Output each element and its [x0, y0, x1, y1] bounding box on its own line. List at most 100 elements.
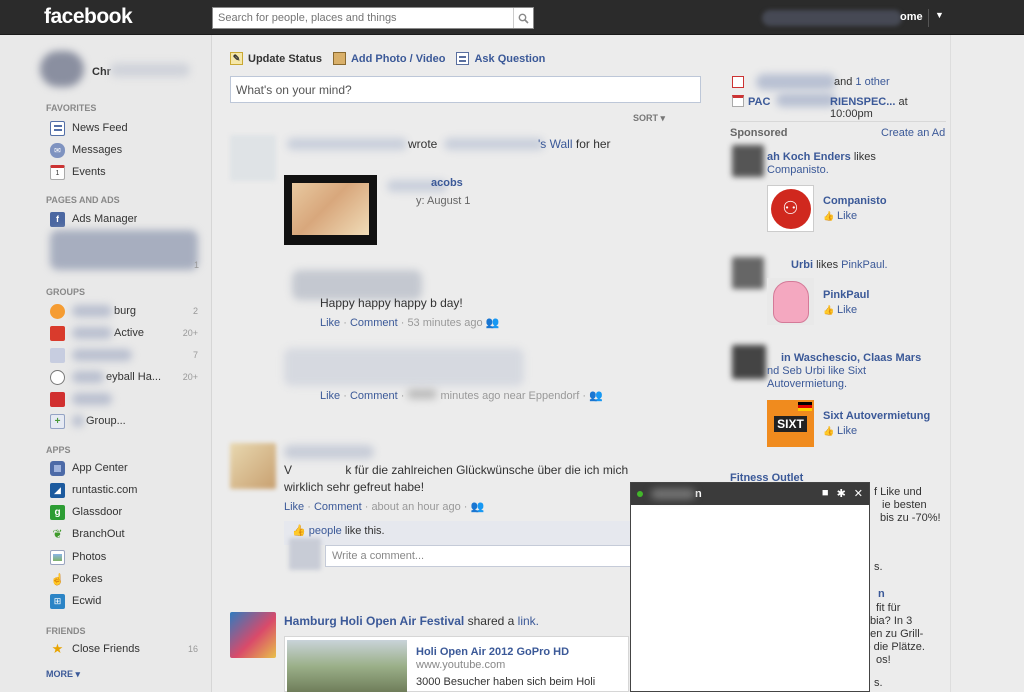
event-1-other-link[interactable]: 1 other — [855, 76, 889, 88]
sidebar-more-link[interactable]: MORE ▾ — [46, 669, 80, 680]
post-time: about an hour ago — [371, 501, 461, 513]
update-status-button[interactable]: ✎ Update Status — [230, 52, 322, 65]
gear-icon[interactable]: ✱ — [837, 487, 846, 500]
comment-link[interactable]: Comment — [314, 501, 362, 513]
sidebar-create-group[interactable]: + Group... — [50, 413, 202, 429]
ad-1-page-link[interactable]: Companisto. — [767, 164, 829, 176]
group-name-blur — [72, 305, 112, 317]
ad-fragment-6: ie die Plätze. — [862, 641, 925, 653]
wall-link[interactable]: 's Wall for her — [538, 137, 611, 151]
holi-page-link[interactable]: Hamburg Holi Open Air Festival — [284, 614, 464, 628]
like-link[interactable]: Like — [320, 317, 340, 329]
companisto-logo-mark: ⚇ — [770, 188, 811, 229]
sidebar-group-4[interactable]: eyball Ha... 20+ — [50, 369, 202, 385]
ad-fragment-2[interactable]: n — [878, 588, 885, 600]
link-link[interactable]: link. — [518, 614, 539, 628]
sidebar-app-ecwid[interactable]: ⊞ Ecwid — [50, 593, 202, 609]
profile-name[interactable]: Chr — [92, 66, 111, 78]
sidebar-group-3[interactable]: 7 — [50, 347, 202, 363]
sidebar-app-app-center[interactable]: App Center — [50, 460, 202, 476]
chat-name-blur — [651, 489, 695, 499]
event-2-rest[interactable]: RIENSPEC... at 10:00pm — [830, 96, 950, 120]
sidebar-item-news-feed[interactable]: News Feed — [50, 120, 202, 136]
status-input[interactable]: What's on your mind? — [230, 76, 701, 103]
sidebar-app-branchout[interactable]: ❦ BranchOut — [50, 526, 202, 542]
event-1: and 1 other — [834, 76, 890, 88]
sidebar-item-label: burg — [114, 305, 137, 317]
sidebar-item-label: Events — [72, 166, 106, 178]
comment-link[interactable]: Comment — [350, 390, 398, 402]
ad-2-who[interactable]: Urbi — [791, 259, 813, 271]
pages-count: 1 — [193, 260, 199, 270]
create-ad-link[interactable]: Create an Ad — [881, 127, 945, 139]
ad-1-like-button[interactable]: 👍 Like — [823, 210, 857, 222]
fitness-line-1: f Like und — [874, 486, 922, 498]
holi-page-avatar[interactable] — [230, 612, 276, 658]
sidebar-item-events[interactable]: 1 Events — [50, 164, 202, 180]
ad-2-like-button[interactable]: 👍 Like — [823, 304, 857, 316]
post-author-avatar[interactable] — [230, 443, 276, 489]
ad-1-title[interactable]: Companisto — [823, 195, 887, 207]
ad-fragment-7: os! — [876, 654, 891, 666]
photo-person-name[interactable]: acobs — [431, 177, 463, 189]
ad-2-page-link[interactable]: PinkPaul. — [841, 259, 887, 271]
profile-avatar[interactable] — [40, 51, 84, 87]
add-photo-button[interactable]: Add Photo / Video — [332, 52, 445, 65]
companisto-logo[interactable]: ⚇ — [767, 185, 814, 232]
sidebar-close-friends[interactable]: ★ Close Friends 16 — [50, 641, 202, 657]
sidebar-app-runtastic[interactable]: ◢ runtastic.com — [50, 482, 202, 498]
thumbs-up-icon: 👍 — [823, 426, 835, 436]
ad-3-title[interactable]: Sixt Autovermietung — [823, 410, 930, 422]
pinkpaul-logo[interactable] — [767, 278, 814, 325]
sidebar-app-pokes[interactable]: ☝ Pokes — [50, 571, 202, 587]
sidebar-item-ads-manager[interactable]: f Ads Manager — [50, 211, 202, 227]
group-count: 20+ — [182, 372, 198, 382]
account-menu-arrow-icon[interactable]: ▼ — [935, 10, 944, 20]
ad-2-friend-avatar — [732, 257, 764, 289]
friends-audience-icon: 👥 — [485, 317, 500, 329]
post-meta: Like · Comment · about an hour ago · 👥 — [284, 501, 485, 513]
event-2[interactable]: PAC — [748, 96, 770, 108]
link-title[interactable]: Holi Open Air 2012 GoPro HD — [416, 646, 569, 658]
post-author-avatar[interactable] — [230, 135, 276, 181]
home-link[interactable]: ome — [900, 11, 923, 23]
ask-question-button[interactable]: Ask Question — [456, 52, 545, 65]
chat-window[interactable]: n ■ ✱ ✕ — [630, 482, 870, 692]
event-2-rest-name: RIENSPEC... — [830, 96, 896, 108]
chat-header[interactable]: n ■ ✱ ✕ — [631, 483, 869, 505]
people-link[interactable]: people — [309, 525, 342, 537]
like-link[interactable]: Like — [320, 390, 340, 402]
video-call-icon[interactable]: ■ — [822, 487, 829, 500]
sidebar-group-2[interactable]: Active 20+ — [50, 325, 202, 341]
ad-2-title[interactable]: PinkPaul — [823, 289, 869, 301]
sidebar-group-5[interactable] — [50, 391, 202, 407]
ad-3-line-1[interactable]: in Waschescio, Claas Mars — [767, 352, 947, 365]
sidebar-app-photos[interactable]: Photos — [50, 549, 202, 565]
comment-input[interactable]: Write a comment... — [325, 545, 645, 567]
sidebar-app-glassdoor[interactable]: g Glassdoor — [50, 504, 202, 520]
top-user-name-blurred[interactable] — [762, 10, 902, 26]
update-status-label: Update Status — [248, 52, 322, 65]
sidebar-item-messages[interactable]: ✉ Messages — [50, 142, 202, 158]
ad-1-friend-avatar — [732, 145, 764, 177]
search-box[interactable] — [212, 7, 534, 29]
ad-1-who[interactable]: ah Koch Enders — [767, 151, 851, 163]
search-button[interactable] — [513, 8, 533, 28]
search-input[interactable] — [213, 8, 509, 28]
comment-link[interactable]: Comment — [350, 317, 398, 329]
ad-3-like-button[interactable]: 👍 Like — [823, 425, 857, 437]
fitness-line-3: bis zu -70%! — [880, 512, 941, 524]
like-link[interactable]: Like — [284, 501, 304, 513]
close-icon[interactable]: ✕ — [854, 487, 863, 500]
facebook-logo[interactable]: facebook — [44, 5, 133, 29]
german-flag-icon — [798, 402, 812, 411]
sidebar-group-1[interactable]: burg 2 — [50, 303, 202, 319]
birthday-photo[interactable] — [284, 175, 377, 245]
comment-meta: Like · Comment · 53 minutes ago 👥 — [320, 317, 500, 329]
composer-tabs: ✎ Update Status Add Photo / Video Ask Qu… — [230, 52, 545, 65]
pages-blurred[interactable] — [50, 230, 198, 270]
sort-dropdown[interactable]: SORT ▾ — [633, 113, 665, 124]
chat-controls: ■ ✱ ✕ — [822, 487, 863, 500]
ticker-column — [950, 35, 1024, 692]
sixt-logo[interactable]: SIXT — [767, 400, 814, 447]
